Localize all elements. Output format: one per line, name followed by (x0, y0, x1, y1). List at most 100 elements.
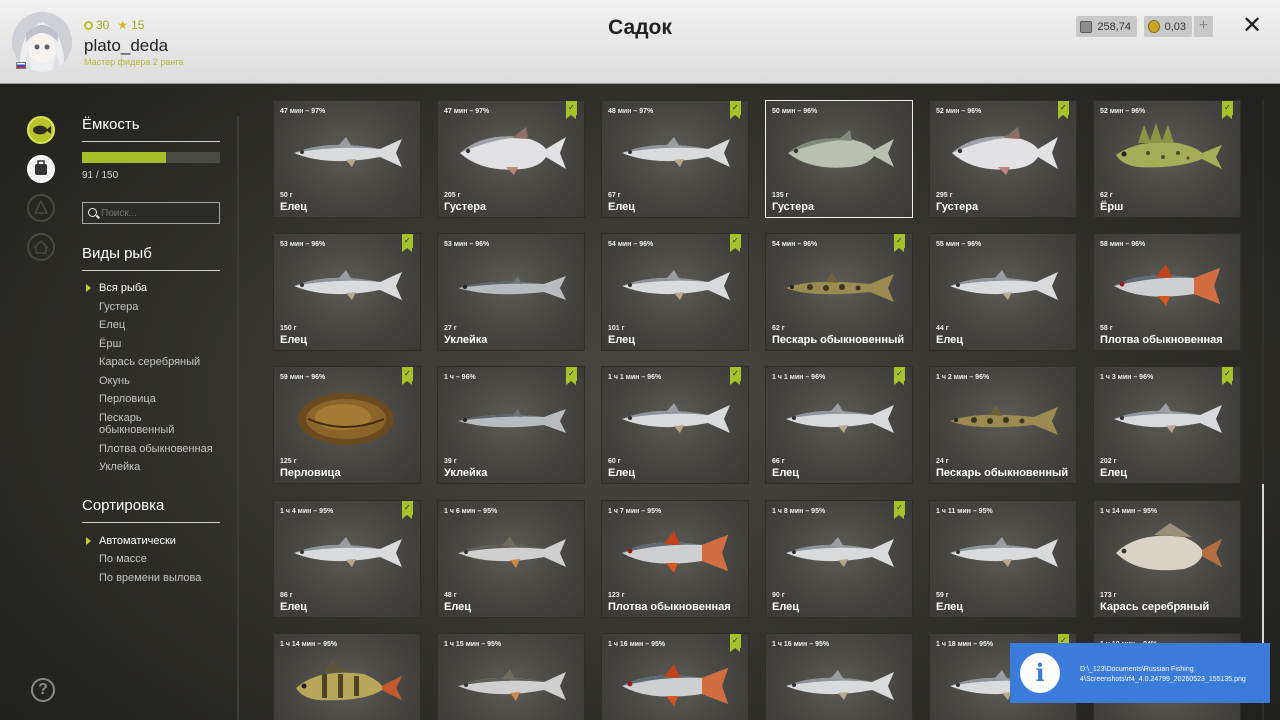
fish-weight: 44 г (936, 325, 949, 332)
catch-time: 1 ч 2 мин – 96% (936, 374, 990, 381)
screenshot-notification[interactable]: i D:\_123\Documents\Russian Fishing 4\Sc… (1010, 643, 1270, 703)
checkmark-flag-icon: ✓ (1222, 367, 1233, 385)
species-item-okun[interactable]: Окунь (99, 375, 130, 387)
fish-weight: 62 г (1100, 192, 1113, 199)
selected-bullet-icon (86, 284, 91, 292)
catch-time: 1 ч 11 мин – 95% (936, 508, 993, 515)
fish-name: Елец (608, 334, 636, 346)
top-bar: 30 ★ 15 plato_deda Мастер фидера 2 ранга … (0, 0, 1280, 84)
fish-name: Густера (772, 201, 815, 213)
fish-name: Елец (936, 601, 964, 613)
fish-card[interactable]: 1 ч 16 мин – 95% ✓ (601, 633, 749, 720)
fish-card[interactable]: 52 мин – 96% 62 г Ёрш ✓ (1093, 100, 1241, 218)
species-item-karas[interactable]: Карась серебряный (99, 356, 200, 368)
grid-scrollbar-thumb[interactable] (1262, 484, 1264, 650)
species-item-ukleika[interactable]: Уклейка (99, 461, 140, 473)
fish-card[interactable]: 1 ч 16 мин – 95% (765, 633, 913, 720)
fish-name: Елец (772, 601, 800, 613)
catch-time: 59 мин – 96% (280, 374, 326, 381)
fish-weight: 150 г (280, 325, 297, 332)
fish-card[interactable]: 1 ч – 96% 39 г Уклейка ✓ (437, 366, 585, 484)
fish-card[interactable]: 1 ч 1 мин – 96% 66 г Елец ✓ (765, 366, 913, 484)
fish-card[interactable]: 53 мин – 96% 27 г Уклейка (437, 233, 585, 351)
search-input[interactable] (82, 202, 220, 224)
catch-time: 1 ч 16 мин – 95% (772, 641, 830, 648)
home-category-icon[interactable] (27, 233, 55, 261)
fish-name: Елец (936, 334, 964, 346)
species-item-gustera[interactable]: Густера (99, 301, 138, 313)
sort-option-time[interactable]: По времени вылова (99, 572, 201, 584)
checkmark-flag-icon: ✓ (402, 367, 413, 385)
catch-time: 1 ч – 96% (444, 374, 476, 381)
species-item-peskar[interactable]: Пескарь обыкновенный (99, 412, 189, 436)
fish-card[interactable]: 50 мин – 96% 135 г Густера (765, 100, 913, 218)
catch-time: 52 мин – 96% (936, 108, 982, 115)
trophy-category-icon[interactable] (27, 194, 55, 222)
fish-name: Карась серебряный (1100, 601, 1210, 613)
bag-category-icon[interactable] (27, 155, 55, 183)
fish-card[interactable]: 55 мин – 96% 44 г Елец (929, 233, 1077, 351)
fish-weight: 27 г (444, 325, 457, 332)
fish-card[interactable]: 48 мин – 97% 67 г Елец ✓ (601, 100, 749, 218)
panel-scrollbar[interactable] (237, 116, 239, 720)
species-item-perlovitsa[interactable]: Перловица (99, 393, 156, 405)
checkmark-flag-icon: ✓ (1058, 101, 1069, 119)
fish-card[interactable]: 53 мин – 96% 150 г Елец ✓ (273, 233, 421, 351)
catch-time: 53 мин – 96% (444, 241, 490, 248)
fish-weight: 86 г (280, 592, 293, 599)
fish-weight: 24 г (936, 458, 949, 465)
fish-card[interactable]: 1 ч 7 мин – 95% 123 г Плотва обыкновенная (601, 500, 749, 618)
fish-card[interactable]: 58 мин – 96% 58 г Плотва обыкновенная (1093, 233, 1241, 351)
fish-card[interactable]: 47 мин – 97% 205 г Густера ✓ (437, 100, 585, 218)
catch-time: 47 мин – 97% (280, 108, 326, 115)
fish-card[interactable]: 1 ч 11 мин – 95% 59 г Елец (929, 500, 1077, 618)
species-item-plotva[interactable]: Плотва обыкновенная (99, 443, 213, 455)
fish-card[interactable]: 54 мин – 96% 62 г Пескарь обыкновенный ✓ (765, 233, 913, 351)
fish-weight: 58 г (1100, 325, 1113, 332)
fish-weight: 66 г (772, 458, 785, 465)
close-icon[interactable]: ✕ (1240, 14, 1264, 38)
fish-card[interactable]: 1 ч 3 мин – 96% 202 г Елец ✓ (1093, 366, 1241, 484)
fish-card[interactable]: 1 ч 1 мин – 96% 60 г Елец ✓ (601, 366, 749, 484)
fish-category-icon[interactable] (27, 116, 55, 144)
fish-card[interactable]: 1 ч 15 мин – 95% (437, 633, 585, 720)
checkmark-flag-icon: ✓ (894, 234, 905, 252)
checkmark-flag-icon: ✓ (894, 367, 905, 385)
species-item-all[interactable]: Вся рыба (99, 282, 147, 294)
add-gold-button[interactable]: + (1193, 16, 1213, 37)
info-icon: i (1020, 653, 1060, 693)
fish-card[interactable]: 59 мин – 96% 125 г Перловица ✓ (273, 366, 421, 484)
fish-card[interactable]: 1 ч 2 мин – 96% 24 г Пескарь обыкновенный (929, 366, 1077, 484)
species-item-elets[interactable]: Елец (99, 319, 125, 331)
sort-option-weight[interactable]: По массе (99, 553, 147, 565)
fish-card[interactable]: 47 мин – 97% 50 г Елец (273, 100, 421, 218)
fish-name: Елец (444, 601, 472, 613)
fish-card[interactable]: 1 ч 4 мин – 95% 86 г Елец ✓ (273, 500, 421, 618)
fish-name: Густера (936, 201, 979, 213)
checkmark-flag-icon: ✓ (894, 501, 905, 519)
checkmark-flag-icon: ✓ (730, 367, 741, 385)
fish-weight: 62 г (772, 325, 785, 332)
fish-card[interactable]: 1 ч 14 мин – 95% (273, 633, 421, 720)
fish-card[interactable]: 52 мин – 96% 295 г Густера ✓ (929, 100, 1077, 218)
silver-coins-icon (1080, 20, 1093, 33)
fish-card[interactable]: 1 ч 8 мин – 95% 90 г Елец ✓ (765, 500, 913, 618)
fish-weight: 67 г (608, 192, 621, 199)
fish-name: Плотва обыкновенная (1100, 334, 1223, 346)
fish-weight: 173 г (1100, 592, 1117, 599)
species-item-ersh[interactable]: Ёрш (99, 338, 121, 350)
selected-bullet-icon (86, 537, 91, 545)
fish-name: Пескарь обыкновенный (936, 467, 1069, 479)
sort-option-auto[interactable]: Автоматически (99, 535, 176, 547)
fish-weight: 125 г (280, 458, 297, 465)
catch-time: 54 мин – 96% (772, 241, 818, 248)
fish-card[interactable]: 54 мин – 96% 101 г Елец ✓ (601, 233, 749, 351)
silver-value: 258,74 (1097, 20, 1131, 33)
fish-card[interactable]: 1 ч 14 мин – 95% 173 г Карась серебряный (1093, 500, 1241, 618)
search-icon (88, 208, 97, 217)
fish-card[interactable]: 1 ч 6 мин – 95% 48 г Елец (437, 500, 585, 618)
help-icon[interactable]: ? (31, 678, 55, 702)
fish-name: Елец (280, 334, 308, 346)
divider (82, 270, 220, 271)
checkmark-flag-icon: ✓ (730, 101, 741, 119)
